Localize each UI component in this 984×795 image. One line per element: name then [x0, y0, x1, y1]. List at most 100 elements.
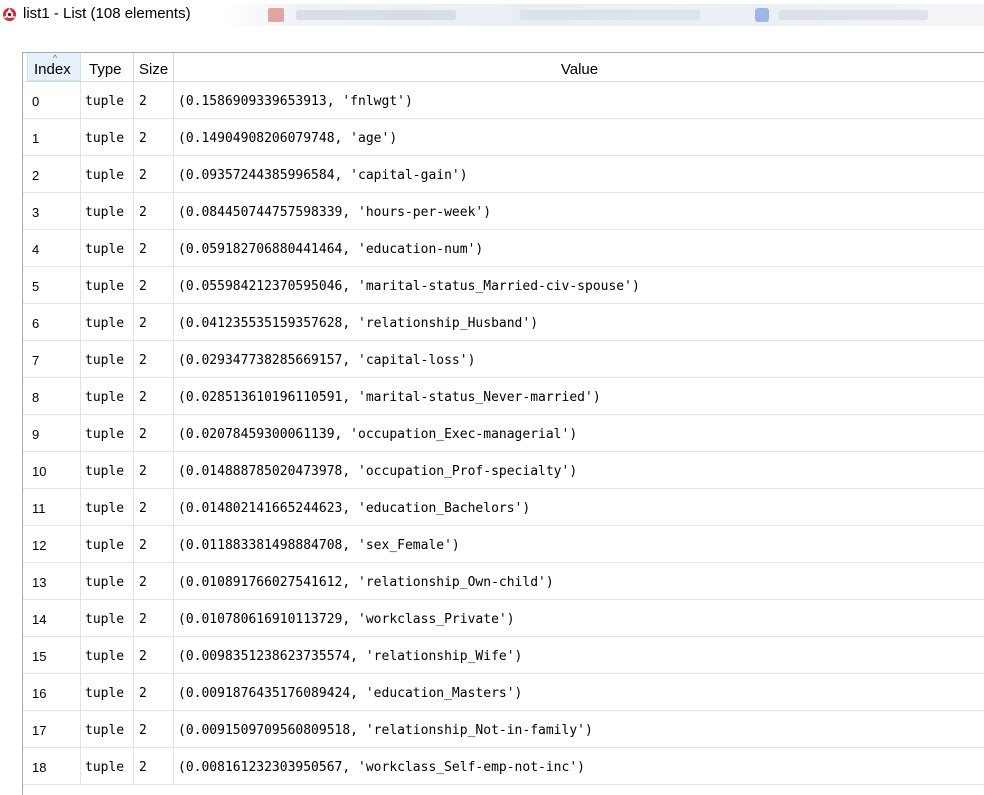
cell-value[interactable]: (0.014802141665244623, 'education_Bachel…	[174, 489, 984, 525]
table-row[interactable]: 2 tuple 2 (0.09357244385996584, 'capital-ga…	[23, 156, 984, 193]
cell-index[interactable]: 13	[23, 563, 81, 599]
table-row[interactable]: 16 tuple 2 (0.0091876435176089424, 'educati…	[23, 674, 984, 711]
cell-size[interactable]: 2	[134, 489, 174, 525]
cell-type[interactable]: tuple	[81, 304, 134, 340]
cell-index[interactable]: 17	[23, 711, 81, 747]
cell-size[interactable]: 2	[134, 526, 174, 562]
cell-index[interactable]: 0	[23, 82, 81, 118]
cell-index[interactable]: 18	[23, 748, 81, 784]
cell-value[interactable]: (0.029347738285669157, 'capital-loss')	[174, 341, 984, 377]
cell-type[interactable]: tuple	[81, 193, 134, 229]
cell-size[interactable]: 2	[134, 378, 174, 414]
cell-index[interactable]: 6	[23, 304, 81, 340]
table-row[interactable]: 0 tuple 2 (0.1586909339653913, 'fnlwgt')	[23, 82, 984, 119]
cell-type[interactable]: tuple	[81, 82, 134, 118]
table-row[interactable]: 17 tuple 2 (0.0091509709560809518, 'relatio…	[23, 711, 984, 748]
cell-value[interactable]: (0.14904908206079748, 'age')	[174, 119, 984, 155]
cell-value[interactable]: (0.059182706880441464, 'education-num')	[174, 230, 984, 266]
cell-value[interactable]: (0.1586909339653913, 'fnlwgt')	[174, 82, 984, 118]
cell-value[interactable]: (0.09357244385996584, 'capital-gain')	[174, 156, 984, 192]
cell-type[interactable]: tuple	[81, 711, 134, 747]
cell-size[interactable]: 2	[134, 230, 174, 266]
table-row[interactable]: 9 tuple 2 (0.02078459300061139, 'occupation…	[23, 415, 984, 452]
cell-index[interactable]: 9	[23, 415, 81, 451]
cell-type[interactable]: tuple	[81, 600, 134, 636]
cell-size[interactable]: 2	[134, 563, 174, 599]
table-row[interactable]: 12 tuple 2 (0.011883381498884708, 'sex_Fema…	[23, 526, 984, 563]
table-row[interactable]: 18 tuple 2 (0.008161232303950567, 'workclas…	[23, 748, 984, 785]
column-header-size[interactable]: Size	[134, 53, 174, 81]
cell-size[interactable]: 2	[134, 711, 174, 747]
table-row[interactable]: 8 tuple 2 (0.028513610196110591, 'marital-s…	[23, 378, 984, 415]
table-row[interactable]: 3 tuple 2 (0.084450744757598339, 'hours-per…	[23, 193, 984, 230]
cell-value[interactable]: (0.014888785020473978, 'occupation_Prof-…	[174, 452, 984, 488]
cell-type[interactable]: tuple	[81, 378, 134, 414]
table-row[interactable]: 6 tuple 2 (0.041235535159357628, 'relations…	[23, 304, 984, 341]
cell-value[interactable]: (0.0091509709560809518, 'relationship_No…	[174, 711, 984, 747]
cell-type[interactable]: tuple	[81, 563, 134, 599]
cell-value[interactable]: (0.008161232303950567, 'workclass_Self-e…	[174, 748, 984, 784]
cell-value[interactable]: (0.055984212370595046, 'marital-status_M…	[174, 267, 984, 303]
cell-value[interactable]: (0.0091876435176089424, 'education_Maste…	[174, 674, 984, 710]
cell-size[interactable]: 2	[134, 119, 174, 155]
cell-size[interactable]: 2	[134, 267, 174, 303]
cell-value[interactable]: (0.028513610196110591, 'marital-status_N…	[174, 378, 984, 414]
table-row[interactable]: 14 tuple 2 (0.010780616910113729, 'workclas…	[23, 600, 984, 637]
cell-type[interactable]: tuple	[81, 156, 134, 192]
cell-type[interactable]: tuple	[81, 526, 134, 562]
table-row[interactable]: 11 tuple 2 (0.014802141665244623, 'educatio…	[23, 489, 984, 526]
column-header-value[interactable]: Value	[174, 53, 984, 81]
cell-value[interactable]: (0.011883381498884708, 'sex_Female')	[174, 526, 984, 562]
cell-size[interactable]: 2	[134, 415, 174, 451]
cell-index[interactable]: 7	[23, 341, 81, 377]
cell-index[interactable]: 4	[23, 230, 81, 266]
cell-type[interactable]: tuple	[81, 452, 134, 488]
table-row[interactable]: 15 tuple 2 (0.0098351238623735574, 'relatio…	[23, 637, 984, 674]
cell-index[interactable]: 10	[23, 452, 81, 488]
cell-type[interactable]: tuple	[81, 119, 134, 155]
title-bar[interactable]: list1 - List (108 elements)	[0, 0, 984, 30]
cell-size[interactable]: 2	[134, 82, 174, 118]
cell-size[interactable]: 2	[134, 156, 174, 192]
cell-index[interactable]: 5	[23, 267, 81, 303]
cell-size[interactable]: 2	[134, 637, 174, 673]
cell-type[interactable]: tuple	[81, 748, 134, 784]
table-row[interactable]: 10 tuple 2 (0.014888785020473978, 'occupati…	[23, 452, 984, 489]
cell-type[interactable]: tuple	[81, 230, 134, 266]
cell-index[interactable]: 11	[23, 489, 81, 525]
column-header-index[interactable]: ^ Index	[27, 53, 81, 81]
table-row[interactable]: 1 tuple 2 (0.14904908206079748, 'age')	[23, 119, 984, 156]
cell-size[interactable]: 2	[134, 341, 174, 377]
cell-size[interactable]: 2	[134, 748, 174, 784]
cell-value[interactable]: (0.084450744757598339, 'hours-per-week')	[174, 193, 984, 229]
cell-value[interactable]: (0.010780616910113729, 'workclass_Privat…	[174, 600, 984, 636]
cell-value[interactable]: (0.02078459300061139, 'occupation_Exec-m…	[174, 415, 984, 451]
cell-type[interactable]: tuple	[81, 267, 134, 303]
cell-index[interactable]: 2	[23, 156, 81, 192]
column-header-type[interactable]: Type	[81, 53, 134, 81]
cell-size[interactable]: 2	[134, 193, 174, 229]
table-row[interactable]: 7 tuple 2 (0.029347738285669157, 'capital-l…	[23, 341, 984, 378]
cell-index[interactable]: 12	[23, 526, 81, 562]
table-row[interactable]: 4 tuple 2 (0.059182706880441464, 'education…	[23, 230, 984, 267]
cell-size[interactable]: 2	[134, 674, 174, 710]
cell-type[interactable]: tuple	[81, 489, 134, 525]
cell-index[interactable]: 3	[23, 193, 81, 229]
table-row[interactable]: 13 tuple 2 (0.010891766027541612, 'relation…	[23, 563, 984, 600]
cell-type[interactable]: tuple	[81, 341, 134, 377]
cell-value[interactable]: (0.0098351238623735574, 'relationship_Wi…	[174, 637, 984, 673]
cell-index[interactable]: 1	[23, 119, 81, 155]
cell-index[interactable]: 14	[23, 600, 81, 636]
cell-type[interactable]: tuple	[81, 415, 134, 451]
cell-size[interactable]: 2	[134, 304, 174, 340]
cell-size[interactable]: 2	[134, 452, 174, 488]
cell-size[interactable]: 2	[134, 600, 174, 636]
cell-index[interactable]: 16	[23, 674, 81, 710]
cell-type[interactable]: tuple	[81, 674, 134, 710]
cell-value[interactable]: (0.041235535159357628, 'relationship_Hus…	[174, 304, 984, 340]
cell-value[interactable]: (0.010891766027541612, 'relationship_Own…	[174, 563, 984, 599]
cell-index[interactable]: 15	[23, 637, 81, 673]
list-table[interactable]: ^ Index Type Size Value 0 tuple 2 (0.158690…	[22, 52, 984, 795]
cell-type[interactable]: tuple	[81, 637, 134, 673]
table-row[interactable]: 5 tuple 2 (0.055984212370595046, 'marital-s…	[23, 267, 984, 304]
